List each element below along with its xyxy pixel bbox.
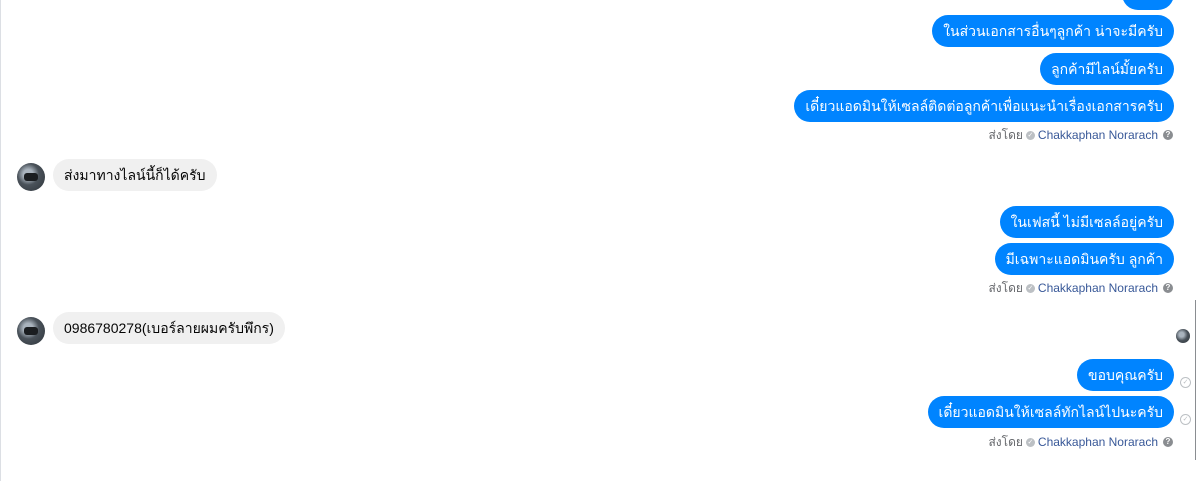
verified-check-icon: ✓ — [1025, 437, 1035, 447]
outgoing-message-bubble[interactable]: ในส่วนเอกสารอื่นๆลูกค้า น่าจะมีครับ — [932, 15, 1174, 47]
delivered-check-icon: ✓ — [1180, 414, 1191, 425]
sent-by-label: ส่งโดย ✓ Chakkaphan Norarach ? — [988, 434, 1173, 450]
sent-by-label: ส่งโดย ✓ Chakkaphan Norarach ? — [988, 280, 1173, 296]
outgoing-message-bubble[interactable] — [1122, 0, 1174, 10]
outgoing-message-bubble[interactable]: เดี๋ยวแอดมินให้เซลล์ทักไลน์ไปนะครับ — [927, 396, 1174, 428]
incoming-message-bubble[interactable]: 0986780278(เบอร์ลายผมครับพึกร) — [53, 312, 285, 344]
outgoing-message-bubble[interactable]: ขอบคุณครับ — [1077, 359, 1174, 391]
outgoing-message-bubble[interactable]: มีเฉพาะแอดมินครับ ลูกค้า — [994, 243, 1174, 275]
incoming-message-bubble[interactable]: ส่งมาทางไลน์นี้ก็ได้ครับ — [53, 159, 217, 191]
contact-avatar[interactable] — [17, 163, 45, 191]
outgoing-message-bubble[interactable]: ลูกค้ามีไลน์มั้ยครับ — [1040, 53, 1174, 85]
delivered-check-icon: ✓ — [1180, 377, 1191, 388]
sent-by-prefix: ส่งโดย — [988, 281, 1023, 295]
verified-check-icon: ✓ — [1025, 283, 1035, 293]
sender-name-link[interactable]: Chakkaphan Norarach — [1038, 127, 1158, 143]
seen-avatar-icon — [1176, 329, 1190, 343]
outgoing-message-bubble[interactable]: ในเฟสนี้ ไม่มีเซลล์อยู่ครับ — [999, 206, 1174, 238]
sent-by-prefix: ส่งโดย — [988, 128, 1023, 142]
verified-check-icon: ✓ — [1025, 130, 1035, 140]
help-icon[interactable]: ? — [1163, 130, 1173, 140]
sent-by-prefix: ส่งโดย — [988, 435, 1023, 449]
sent-by-label: ส่งโดย ✓ Chakkaphan Norarach ? — [988, 127, 1173, 143]
scrollbar[interactable] — [1195, 300, 1196, 460]
help-icon[interactable]: ? — [1163, 283, 1173, 293]
help-icon[interactable]: ? — [1163, 437, 1173, 447]
sender-name-link[interactable]: Chakkaphan Norarach — [1038, 434, 1158, 450]
conversation-left-border — [0, 0, 1, 481]
outgoing-message-bubble[interactable]: เดี๋ยวแอดมินให้เซลล์ติดต่อลูกค้าเพื่อแนะ… — [794, 90, 1174, 122]
contact-avatar[interactable] — [17, 317, 45, 345]
sender-name-link[interactable]: Chakkaphan Norarach — [1038, 280, 1158, 296]
